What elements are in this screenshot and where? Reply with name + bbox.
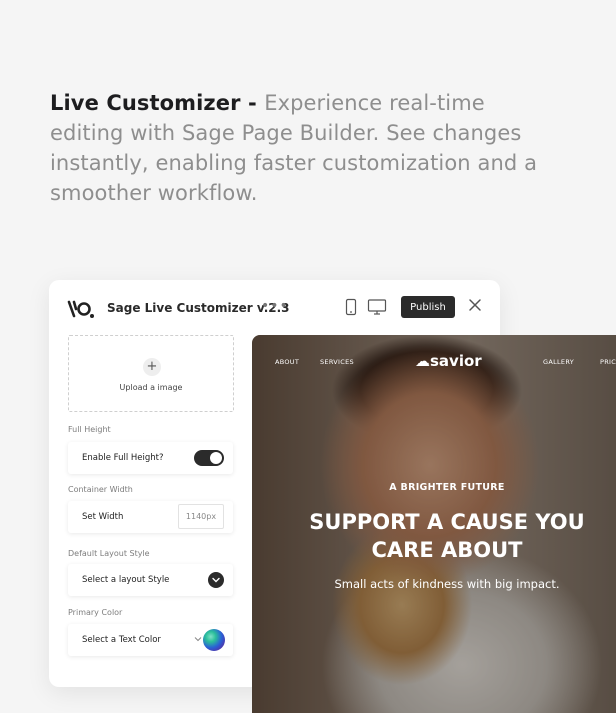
brand-name: savior	[430, 352, 482, 370]
hero-subtitle: Small acts of kindness with big impact.	[334, 577, 560, 591]
upload-image-dropzone[interactable]: + Upload a image	[68, 335, 234, 412]
brand-logo[interactable]: ☁savior	[415, 352, 482, 370]
primary-color-select[interactable]: Select a Text Color	[68, 624, 233, 656]
nav-pricing[interactable]: PRICI	[600, 358, 616, 366]
container-width-field: Set Width 1140px	[68, 501, 233, 533]
chevron-down-icon[interactable]	[208, 572, 224, 588]
hero-title-line2: CARE ABOUT	[371, 538, 523, 562]
nav-services[interactable]: SERVICES	[320, 358, 354, 366]
hero-title: SUPPORT A CAUSE YOU CARE ABOUT	[252, 508, 616, 564]
full-height-section-label: Full Height	[68, 425, 111, 434]
text-color-label: Select a Text Color	[82, 635, 161, 645]
upload-label: Upload a image	[119, 383, 183, 392]
hero-title-line1: SUPPORT A CAUSE YOU	[309, 510, 585, 534]
plus-icon: +	[143, 358, 161, 376]
color-swatch[interactable]	[203, 629, 225, 651]
customizer-topbar: Sage Live Customizer v.2.3 ••• Publish	[49, 280, 500, 336]
set-width-label: Set Width	[82, 512, 124, 522]
close-icon[interactable]	[467, 297, 483, 313]
nav-gallery[interactable]: GALLERY	[543, 358, 574, 366]
nav-about[interactable]: ABOUT	[275, 358, 299, 366]
desktop-icon[interactable]	[367, 298, 387, 316]
hero-headline: Live Customizer - Experience real-time e…	[50, 88, 550, 208]
layout-style-select[interactable]: Select a layout Style	[68, 564, 233, 596]
layout-style-section-label: Default Layout Style	[68, 549, 150, 558]
publish-button[interactable]: Publish	[401, 296, 455, 318]
ellipsis-icon[interactable]: •••	[261, 298, 289, 314]
headline-strong: Live Customizer -	[50, 91, 265, 115]
logo-icon	[67, 300, 94, 318]
primary-color-section-label: Primary Color	[68, 608, 123, 617]
full-height-field: Enable Full Height?	[68, 442, 233, 474]
container-width-section-label: Container Width	[68, 485, 133, 494]
layout-style-label: Select a layout Style	[82, 575, 170, 585]
mobile-icon[interactable]	[345, 298, 357, 316]
site-preview: ABOUT SERVICES ☁savior GALLERY PRICI A B…	[252, 335, 616, 713]
full-height-toggle[interactable]	[194, 450, 224, 466]
chevron-down-icon[interactable]	[193, 634, 203, 644]
hero-eyebrow: A BRIGHTER FUTURE	[389, 482, 505, 493]
toggle-knob	[210, 452, 222, 464]
width-input[interactable]: 1140px	[178, 504, 224, 529]
full-height-label: Enable Full Height?	[82, 453, 164, 463]
